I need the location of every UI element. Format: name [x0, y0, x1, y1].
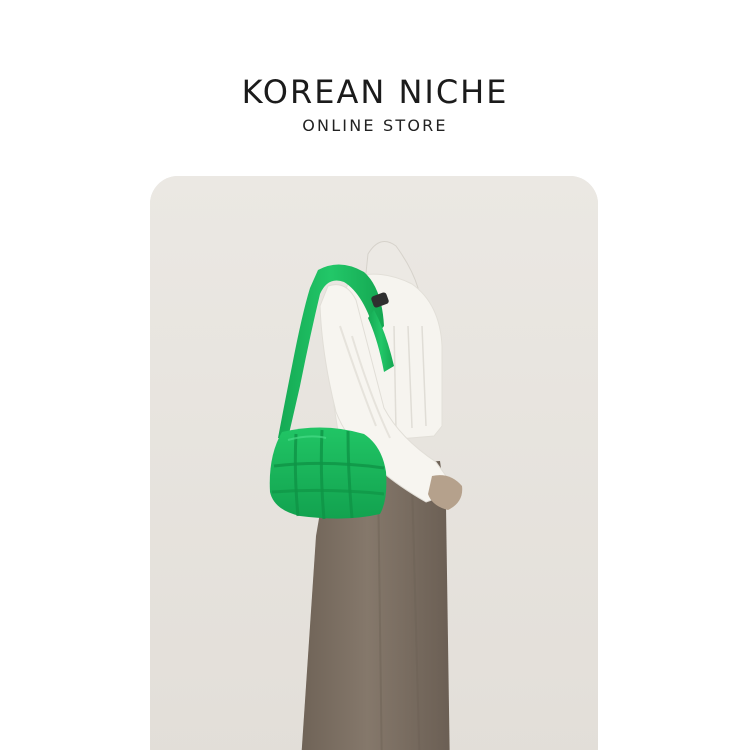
- brand-subtitle: ONLINE STORE: [302, 116, 448, 135]
- brand-title: KOREAN NICHE: [241, 73, 509, 111]
- product-illustration: [150, 176, 598, 750]
- quilted-bag: [269, 427, 387, 519]
- product-photo: [150, 176, 598, 750]
